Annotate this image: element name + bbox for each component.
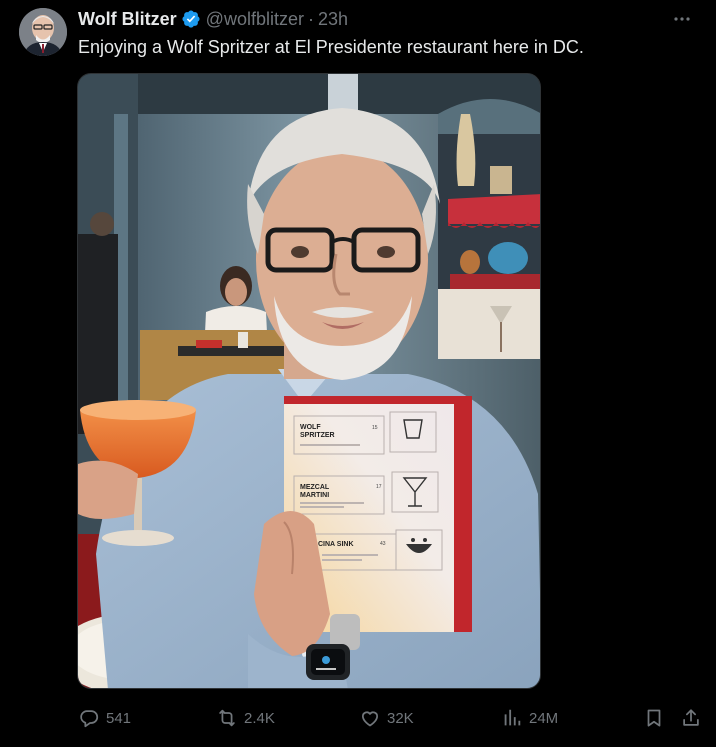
views-chart-icon bbox=[504, 709, 521, 726]
repost-count: 2.4K bbox=[244, 709, 275, 727]
tweet-action-bar: 541 2.4K 32K 24M bbox=[0, 705, 716, 731]
bookmark-button[interactable] bbox=[643, 705, 665, 731]
author-display-name[interactable]: Wolf Blitzer bbox=[78, 9, 177, 30]
heart-icon bbox=[361, 711, 379, 727]
author-handle[interactable]: @wolfblitzer bbox=[206, 9, 304, 30]
menu-item1-price: 15 bbox=[372, 425, 378, 431]
bookmark-icon bbox=[647, 709, 661, 727]
reply-button[interactable]: 541 bbox=[78, 705, 131, 731]
like-count: 32K bbox=[387, 709, 414, 727]
share-button[interactable] bbox=[680, 705, 702, 731]
repost-button[interactable]: 2.4K bbox=[216, 705, 275, 731]
menu-item1-name: WOLF bbox=[300, 424, 321, 431]
verified-badge-icon[interactable] bbox=[181, 9, 201, 29]
tweet-photo[interactable]: WOLF SPRITZER 15 MEZCAL MARTINI 17 CINA … bbox=[77, 73, 541, 689]
menu-item2-name-line2: MARTINI bbox=[300, 492, 329, 499]
reply-count: 541 bbox=[106, 709, 132, 727]
menu-item3-price: 43 bbox=[380, 541, 386, 547]
tweet-text: Enjoying a Wolf Spritzer at El President… bbox=[78, 37, 584, 57]
like-button[interactable]: 32K bbox=[359, 705, 414, 731]
tweet-header: Wolf Blitzer @wolfblitzer · 23h bbox=[78, 8, 348, 30]
share-icon bbox=[683, 709, 699, 726]
avatar-image bbox=[19, 8, 67, 56]
tweet: Wolf Blitzer @wolfblitzer · 23h Enjoying… bbox=[0, 0, 716, 747]
menu-item3-name: CINA SINK bbox=[318, 541, 354, 548]
repost-icon bbox=[219, 709, 235, 727]
avatar[interactable] bbox=[19, 8, 67, 56]
menu-item2-price: 17 bbox=[376, 484, 382, 490]
tweet-timestamp[interactable]: 23h bbox=[318, 9, 348, 30]
separator-dot: · bbox=[307, 8, 314, 29]
photo-restaurant-scene: WOLF SPRITZER 15 MEZCAL MARTINI 17 CINA … bbox=[78, 74, 540, 688]
views-count: 24M bbox=[529, 709, 559, 727]
menu-item1-name-line2: SPRITZER bbox=[300, 432, 335, 439]
reply-icon bbox=[80, 710, 99, 728]
views-button[interactable]: 24M bbox=[501, 705, 558, 731]
menu-item2-name: MEZCAL bbox=[300, 484, 330, 491]
more-options-icon[interactable] bbox=[672, 10, 692, 28]
